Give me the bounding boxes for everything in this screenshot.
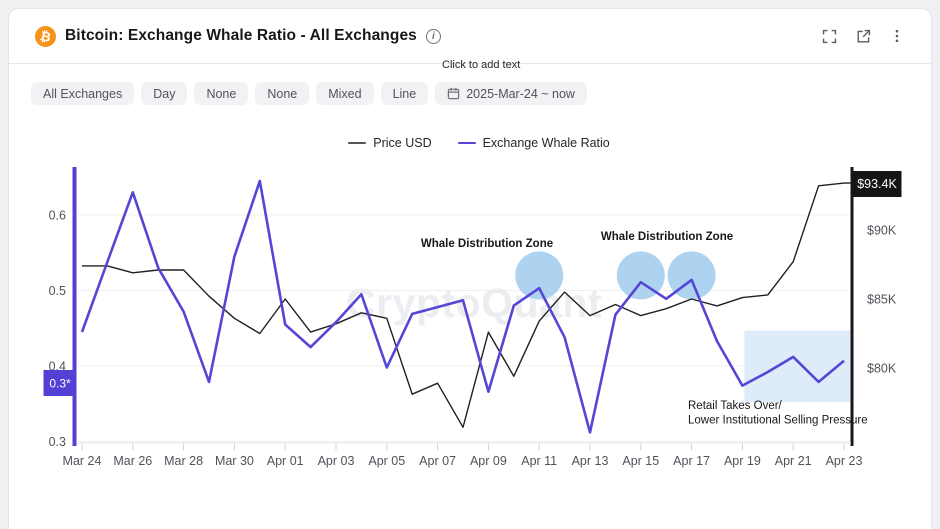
card-header: ₿ Bitcoin: Exchange Whale Ratio - All Ex… <box>9 9 931 63</box>
chart-title: Bitcoin: Exchange Whale Ratio - All Exch… <box>65 27 417 45</box>
chart-legend: Price USD Exchange Whale Ratio <box>9 136 940 150</box>
filter-chip-all-exchanges-0[interactable]: All Exchanges <box>31 82 134 105</box>
bitcoin-symbol: ₿ <box>39 28 52 45</box>
legend-item-exchange-whale-ratio[interactable]: Exchange Whale Ratio <box>458 136 610 150</box>
kebab-menu-icon <box>889 28 905 44</box>
filter-chip-day-1[interactable]: Day <box>141 82 187 105</box>
filter-toolbar: All Exchanges Day None None Mixed Line 2025-Ma… <box>31 82 931 105</box>
filter-chip-mixed-4[interactable]: Mixed <box>316 82 373 105</box>
external-link-icon <box>855 28 872 45</box>
bitcoin-icon: ₿ <box>33 24 58 49</box>
click-to-add-text[interactable]: Click to add text <box>442 59 520 71</box>
legend-label: Exchange Whale Ratio <box>483 136 610 150</box>
legend-label: Price USD <box>373 136 431 150</box>
watermark: CryptoQuant <box>346 280 602 327</box>
open-external-button[interactable] <box>851 24 875 48</box>
filter-chip-none-2[interactable]: None <box>194 82 248 105</box>
fullscreen-button[interactable] <box>817 24 841 48</box>
info-icon[interactable]: i <box>426 29 441 44</box>
chart-card: ₿ Bitcoin: Exchange Whale Ratio - All Ex… <box>8 8 932 529</box>
calendar-icon <box>447 87 460 100</box>
fullscreen-icon <box>821 28 838 45</box>
filter-chip-none-3[interactable]: None <box>255 82 309 105</box>
legend-swatch <box>458 142 476 145</box>
more-options-button[interactable] <box>885 24 909 48</box>
legend-item-price-usd[interactable]: Price USD <box>348 136 431 150</box>
date-range-button[interactable]: 2025-Mar-24 ~ now <box>435 82 587 105</box>
legend-swatch <box>348 142 366 145</box>
date-range-label: 2025-Mar-24 ~ now <box>466 87 575 101</box>
filter-chip-line-5[interactable]: Line <box>381 82 429 105</box>
